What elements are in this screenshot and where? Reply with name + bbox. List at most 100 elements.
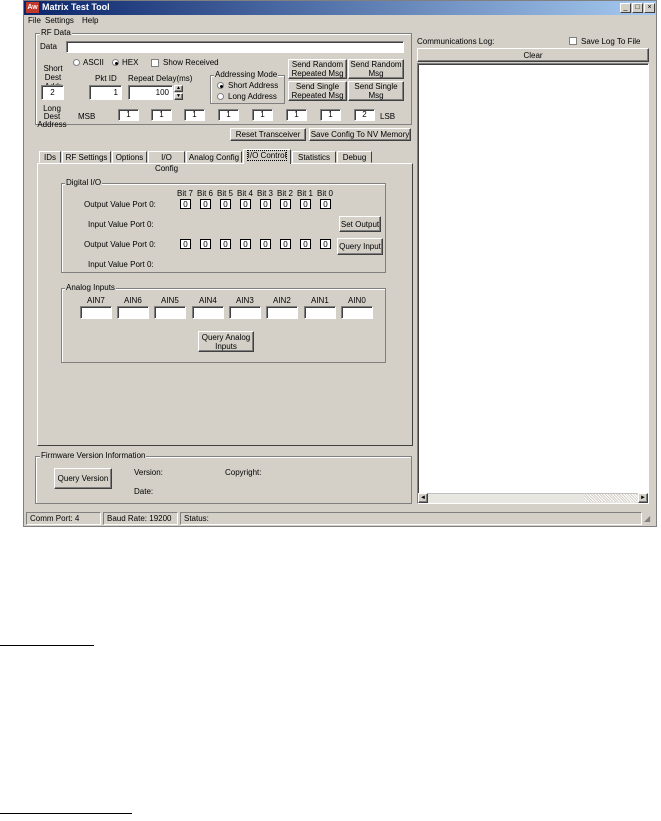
menu-settings[interactable]: Settings — [45, 16, 74, 25]
ain1-field[interactable] — [304, 306, 336, 319]
reset-transceiver-button[interactable]: Reset Transceiver — [230, 128, 306, 141]
bit-2-label: Bit 2 — [277, 189, 294, 198]
output-bit-7[interactable]: 0 — [180, 199, 191, 209]
output2-bit-2[interactable]: 0 — [280, 239, 291, 249]
output-bit-6[interactable]: 0 — [200, 199, 211, 209]
ain7-label: AIN7 — [87, 296, 105, 305]
data-input[interactable] — [66, 41, 404, 53]
short-address-radio[interactable] — [217, 82, 224, 89]
tab-analog-config[interactable]: Analog Config — [186, 151, 242, 163]
repeat-delay-input[interactable]: 100 — [128, 85, 173, 100]
ain5-field[interactable] — [154, 306, 186, 319]
short-dest-addr-input[interactable]: 2 — [41, 85, 64, 100]
hex-label: HEX — [122, 58, 139, 67]
tab-statistics[interactable]: Statistics — [292, 151, 336, 163]
query-version-button[interactable]: Query Version — [54, 468, 112, 489]
ain4-field[interactable] — [192, 306, 224, 319]
repeat-delay-label: Repeat Delay(ms) — [128, 74, 193, 83]
ain4-label: AIN4 — [199, 296, 217, 305]
output-bit-0[interactable]: 0 — [320, 199, 331, 209]
minimize-icon[interactable]: _ — [620, 3, 631, 13]
spin-up-icon[interactable]: ▲ — [174, 85, 183, 92]
communications-log-area[interactable] — [417, 63, 649, 504]
long-dest-byte-0[interactable]: 2 — [354, 109, 375, 121]
output-bit-3[interactable]: 0 — [260, 199, 271, 209]
long-dest-byte-2[interactable]: 1 — [286, 109, 307, 121]
window-title: Matrix Test Tool — [42, 2, 110, 12]
ascii-label: ASCII — [83, 58, 104, 67]
pkt-id-input[interactable]: 1 — [89, 85, 122, 100]
save-log-label: Save Log To File — [581, 37, 641, 46]
long-dest-byte-3[interactable]: 1 — [252, 109, 273, 121]
send-single-repeated-button[interactable]: Send Single Repeated Msg — [288, 81, 347, 101]
output-bit-1[interactable]: 0 — [300, 199, 311, 209]
ascii-radio[interactable] — [73, 59, 80, 66]
tab-io-control-label: I/O Control — [246, 150, 288, 161]
document-underline-2 — [0, 813, 132, 814]
bit-4-label: Bit 4 — [237, 189, 254, 198]
digital-io-label: Digital I/O — [65, 178, 103, 187]
output-bit-4[interactable]: 0 — [240, 199, 251, 209]
set-output-button[interactable]: Set Output — [339, 216, 381, 232]
scroll-left-icon[interactable]: ◄ — [418, 493, 428, 503]
output2-bit-4[interactable]: 0 — [240, 239, 251, 249]
long-dest-label: Long Dest Address — [37, 104, 67, 129]
bit-5-label: Bit 5 — [217, 189, 234, 198]
menu-file[interactable]: File — [28, 16, 41, 25]
long-dest-byte-7[interactable]: 1 — [118, 109, 139, 121]
firmware-label: Firmware Version Information — [40, 451, 147, 460]
save-config-button[interactable]: Save Config To NV Memory — [309, 128, 411, 141]
send-random-button[interactable]: Send Random Msg — [348, 59, 404, 79]
output2-bit-3[interactable]: 0 — [260, 239, 271, 249]
output2-bit-1[interactable]: 0 — [300, 239, 311, 249]
output2-bit-6[interactable]: 0 — [200, 239, 211, 249]
ain0-label: AIN0 — [348, 296, 366, 305]
menu-help[interactable]: Help — [82, 16, 98, 25]
output2-bit-7[interactable]: 0 — [180, 239, 191, 249]
send-single-button[interactable]: Send Single Msg — [348, 81, 404, 101]
query-input-button[interactable]: Query Input — [337, 238, 383, 255]
send-random-repeated-button[interactable]: Send Random Repeated Msg — [288, 59, 347, 79]
output2-bit-0[interactable]: 0 — [320, 239, 331, 249]
long-dest-byte-6[interactable]: 1 — [151, 109, 172, 121]
ain2-field[interactable] — [266, 306, 298, 319]
tab-options[interactable]: Options — [112, 151, 147, 163]
short-address-label: Short Address — [228, 81, 279, 90]
ain0-field[interactable] — [341, 306, 373, 319]
long-dest-byte-4[interactable]: 1 — [218, 109, 239, 121]
ain3-field[interactable] — [229, 306, 261, 319]
scroll-track[interactable] — [584, 494, 637, 502]
scroll-right-icon[interactable]: ► — [638, 493, 648, 503]
long-address-radio[interactable] — [217, 93, 224, 100]
hex-radio[interactable] — [112, 59, 119, 66]
output-bit-5[interactable]: 0 — [220, 199, 231, 209]
menu-bar: File Settings Help — [24, 15, 656, 27]
ain7-field[interactable] — [80, 306, 112, 319]
output2-bit-5[interactable]: 0 — [220, 239, 231, 249]
bit-7-label: Bit 7 — [177, 189, 194, 198]
input-value-label-1: Input Value Port 0: — [88, 220, 154, 229]
output-bit-2[interactable]: 0 — [280, 199, 291, 209]
tab-rf-settings[interactable]: RF Settings — [62, 151, 111, 163]
bit-1-label: Bit 1 — [297, 189, 314, 198]
long-dest-byte-5[interactable]: 1 — [184, 109, 205, 121]
copyright-label: Copyright: — [225, 468, 262, 477]
save-log-checkbox[interactable] — [569, 37, 577, 45]
close-icon[interactable]: × — [644, 3, 655, 13]
tab-ids[interactable]: IDs — [39, 151, 61, 163]
ain6-field[interactable] — [117, 306, 149, 319]
resize-grip-icon[interactable]: ◢ — [644, 514, 654, 524]
query-analog-inputs-button[interactable]: Query Analog Inputs — [198, 331, 254, 352]
title-bar[interactable]: Aw Matrix Test Tool _ □ × — [24, 1, 656, 15]
spin-down-icon[interactable]: ▼ — [174, 93, 183, 100]
tab-io-config[interactable]: I/O Config — [148, 151, 185, 173]
maximize-icon[interactable]: □ — [632, 3, 643, 13]
long-dest-byte-1[interactable]: 1 — [320, 109, 341, 121]
tab-debug[interactable]: Debug — [337, 151, 372, 163]
clear-button[interactable]: Clear — [417, 48, 649, 62]
pkt-id-label: Pkt ID — [95, 74, 117, 83]
tab-io-control[interactable]: I/O Control — [243, 149, 291, 164]
comm-port-status: Comm Port: 4 — [26, 512, 101, 525]
rf-data-label: RF Data — [40, 28, 72, 37]
show-received-checkbox[interactable] — [151, 59, 159, 67]
